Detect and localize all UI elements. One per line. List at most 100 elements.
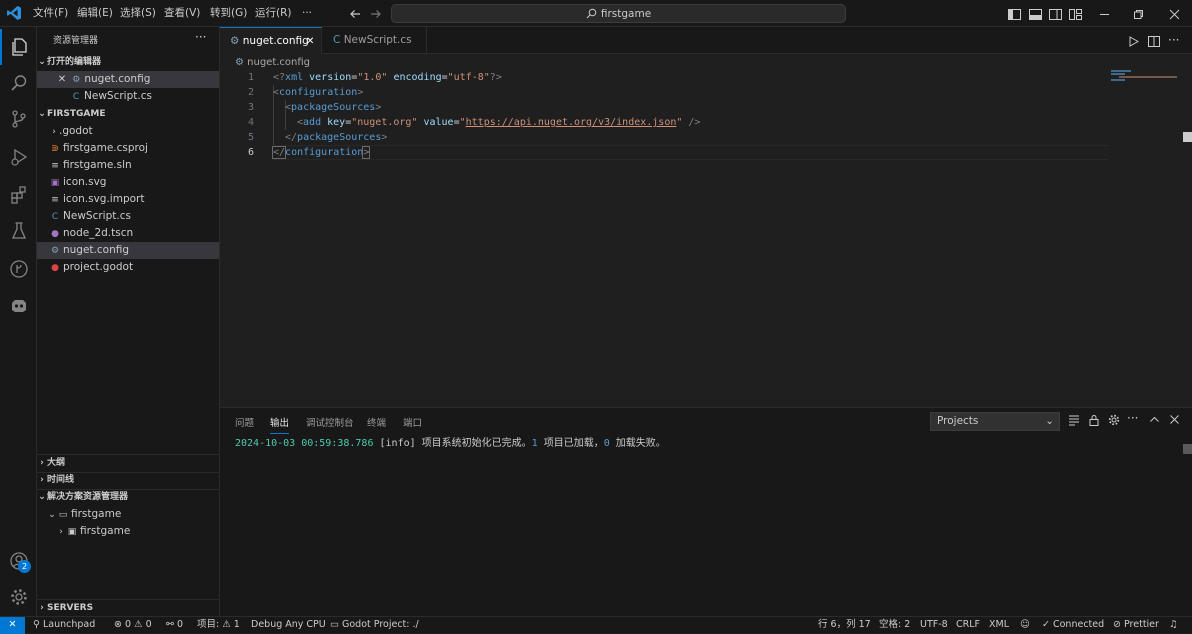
sidebar-more-icon[interactable]: ··· bbox=[195, 30, 206, 44]
output-channel-select[interactable]: Projects ⌄ bbox=[930, 412, 1060, 431]
panel-tab-problems[interactable]: 问题 bbox=[235, 414, 254, 434]
godot-project-status[interactable]: ▭ Godot Project: ./ bbox=[330, 617, 419, 634]
panel-tab-ports[interactable]: 端口 bbox=[403, 414, 422, 434]
remote-indicator-icon[interactable]: ✕ bbox=[0, 617, 25, 634]
file-csproj[interactable]: ⋑ firstgame.csproj bbox=[37, 140, 219, 157]
settings-gear-icon[interactable] bbox=[1108, 414, 1120, 429]
panel-tab-terminal[interactable]: 终端 bbox=[367, 414, 386, 434]
project-item[interactable]: › ▣ firstgame bbox=[37, 523, 219, 540]
menu-run[interactable]: 运行(R) bbox=[255, 0, 292, 27]
extensions-icon[interactable] bbox=[0, 177, 37, 213]
menu-more[interactable]: ··· bbox=[302, 0, 312, 27]
panel-tab-debug-console[interactable]: 调试控制台 bbox=[306, 414, 354, 434]
command-center-search[interactable]: firstgame bbox=[391, 4, 846, 23]
minimap[interactable] bbox=[1111, 70, 1183, 82]
close-icon[interactable]: ✕ bbox=[57, 71, 67, 88]
indentation-status[interactable]: 空格: 2 bbox=[879, 617, 910, 634]
line-number: 3 bbox=[247, 102, 254, 113]
search-view-icon[interactable] bbox=[0, 65, 37, 101]
panel-more-icon[interactable]: ··· bbox=[1127, 411, 1138, 425]
file-nuget-config[interactable]: ⚙ nuget.config bbox=[37, 242, 219, 259]
tab-newscript[interactable]: C NewScript.cs bbox=[323, 27, 427, 54]
testing-icon[interactable] bbox=[0, 213, 37, 249]
chevron-down-icon: ⌄ bbox=[38, 492, 46, 502]
file-node2d[interactable]: ● node_2d.tscn bbox=[37, 225, 219, 242]
split-editor-icon[interactable] bbox=[1144, 31, 1164, 51]
toggle-primary-sidebar-icon[interactable] bbox=[1004, 4, 1024, 24]
lock-icon[interactable] bbox=[1088, 414, 1100, 429]
menu-file[interactable]: 文件(F) bbox=[33, 0, 68, 27]
scrollbar-thumb[interactable] bbox=[1183, 132, 1192, 142]
file-newscript[interactable]: C NewScript.cs bbox=[37, 208, 219, 225]
code-line-3: <packageSources> bbox=[285, 102, 382, 113]
activity-bar: 2 bbox=[0, 27, 37, 616]
breadcrumb[interactable]: ⚙ nuget.config bbox=[235, 57, 310, 68]
restore-icon[interactable] bbox=[1128, 4, 1148, 24]
problems-status[interactable]: ⊗ 0 ⚠ 0 bbox=[114, 617, 152, 634]
project-status[interactable]: 项目: ⚠ 1 bbox=[197, 617, 240, 634]
godot-icon[interactable] bbox=[0, 287, 37, 323]
folder-godot[interactable]: › .godot bbox=[37, 123, 219, 140]
menu-edit[interactable]: 编辑(E) bbox=[77, 0, 113, 27]
close-window-icon[interactable] bbox=[1164, 4, 1184, 24]
menu-selection[interactable]: 选择(S) bbox=[120, 0, 156, 27]
launchpad-status[interactable]: ⚲ Launchpad bbox=[33, 617, 95, 634]
back-arrow-icon[interactable] bbox=[345, 4, 365, 24]
menu-go[interactable]: 转到(G) bbox=[210, 0, 247, 27]
gear-file-icon: ⚙ bbox=[230, 35, 240, 47]
outline-section[interactable]: › 大纲 bbox=[37, 455, 220, 472]
line-number: 4 bbox=[247, 117, 254, 128]
line-number: 1 bbox=[247, 72, 254, 83]
run-file-icon[interactable] bbox=[1123, 31, 1143, 51]
solution-explorer-section[interactable]: ⌄解决方案资源管理器 bbox=[37, 489, 220, 506]
open-editor-nuget-config[interactable]: ✕ ⚙ nuget.config bbox=[37, 71, 219, 88]
file-icon-svg[interactable]: ▣ icon.svg bbox=[37, 174, 219, 191]
file-sln[interactable]: ≡ firstgame.sln bbox=[37, 157, 219, 174]
close-tab-icon[interactable]: ✕ bbox=[306, 28, 314, 55]
clear-output-icon[interactable] bbox=[1068, 414, 1080, 429]
maximize-panel-icon[interactable] bbox=[1149, 414, 1160, 428]
editor-more-icon[interactable]: ··· bbox=[1168, 33, 1179, 47]
url-link: https://api.nuget.org/v3/index.json bbox=[465, 117, 677, 128]
editor[interactable]: ⚙ nuget.config 1 2 3 4 5 6 <?xml version… bbox=[220, 54, 1192, 407]
toggle-panel-icon[interactable] bbox=[1025, 4, 1045, 24]
notifications-bell-icon[interactable]: ♫ bbox=[1169, 617, 1178, 634]
file-icon-svg-import[interactable]: ≡ icon.svg.import bbox=[37, 191, 219, 208]
build-config-status[interactable]: Debug Any CPU bbox=[251, 617, 326, 634]
vscode-logo-icon[interactable] bbox=[6, 5, 22, 21]
open-editors-section[interactable]: ⌄打开的编辑器 bbox=[37, 54, 220, 71]
explorer-icon[interactable] bbox=[0, 29, 37, 65]
eol-status[interactable]: CRLF bbox=[956, 617, 980, 634]
cursor-position-status[interactable]: 行 6，列 17 bbox=[818, 617, 871, 634]
open-editor-newscript[interactable]: C NewScript.cs bbox=[37, 88, 219, 105]
editor-tabs: ⚙ nuget.config ✕ C NewScript.cs ··· bbox=[220, 27, 1192, 54]
project-section[interactable]: ⌄FIRSTGAME bbox=[37, 106, 220, 123]
customize-layout-icon[interactable] bbox=[1065, 4, 1085, 24]
chevron-right-icon: › bbox=[40, 603, 44, 613]
file-project-godot[interactable]: ● project.godot bbox=[37, 259, 219, 276]
prettier-status[interactable]: ⊘ Prettier bbox=[1113, 617, 1159, 634]
gear-file-icon: ⚙ bbox=[235, 57, 244, 68]
panel-tab-output[interactable]: 输出 bbox=[270, 414, 290, 434]
encoding-status[interactable]: UTF-8 bbox=[920, 617, 948, 634]
servers-section[interactable]: › SERVERS bbox=[37, 600, 220, 617]
close-panel-icon[interactable] bbox=[1169, 414, 1180, 428]
toggle-secondary-sidebar-icon[interactable] bbox=[1045, 4, 1065, 24]
timeline-section[interactable]: › 时间线 bbox=[37, 472, 220, 489]
ports-status[interactable]: ⚯ 0 bbox=[166, 617, 183, 634]
run-debug-icon[interactable] bbox=[0, 139, 37, 175]
solution-item[interactable]: ⌄ ▭ firstgame bbox=[37, 506, 219, 523]
accounts-icon[interactable] bbox=[0, 543, 37, 579]
code-line-5: </packageSources> bbox=[285, 132, 388, 143]
menu-view[interactable]: 查看(V) bbox=[164, 0, 200, 27]
feedback-icon[interactable]: ☺ bbox=[1020, 617, 1030, 634]
gear-file-icon: ⚙ bbox=[72, 75, 81, 85]
source-control-icon[interactable] bbox=[0, 101, 37, 137]
connected-status[interactable]: ✓ Connected bbox=[1042, 617, 1104, 634]
minimize-icon[interactable] bbox=[1094, 4, 1114, 24]
forward-arrow-icon[interactable] bbox=[366, 4, 386, 24]
manage-gear-icon[interactable] bbox=[0, 579, 37, 615]
git-graph-icon[interactable] bbox=[0, 251, 37, 287]
tab-nuget-config[interactable]: ⚙ nuget.config ✕ bbox=[220, 27, 322, 54]
language-status[interactable]: XML bbox=[989, 617, 1009, 634]
